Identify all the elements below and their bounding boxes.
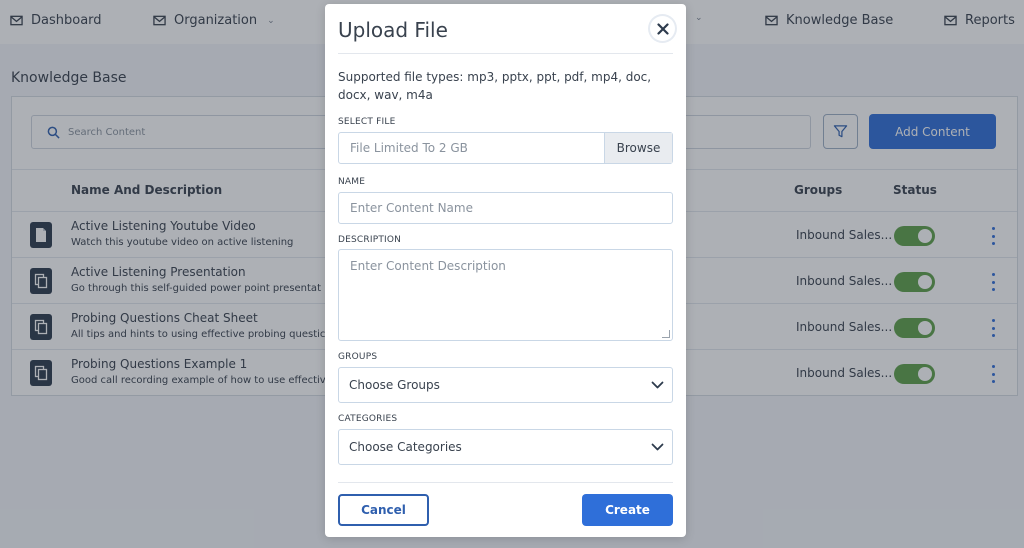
chevron-down-icon: [651, 443, 664, 451]
content-description-placeholder: Enter Content Description: [350, 259, 506, 273]
supported-file-types: Supported file types: mp3, pptx, ppt, pd…: [338, 70, 652, 102]
modal-title: Upload File: [338, 18, 448, 42]
description-label: DESCRIPTION: [338, 235, 402, 245]
select-file-field[interactable]: File Limited To 2 GB Browse: [338, 132, 673, 164]
content-name-placeholder: Enter Content Name: [350, 201, 473, 215]
browse-button[interactable]: Browse: [604, 133, 672, 163]
close-button[interactable]: [650, 16, 675, 41]
categories-select-value: Choose Categories: [349, 440, 462, 454]
content-name-input[interactable]: Enter Content Name: [338, 192, 673, 224]
name-label: NAME: [338, 177, 366, 187]
chevron-down-icon: [651, 381, 664, 389]
groups-select[interactable]: Choose Groups: [338, 367, 673, 403]
groups-select-value: Choose Groups: [349, 378, 440, 392]
categories-select[interactable]: Choose Categories: [338, 429, 673, 465]
divider: [338, 53, 673, 54]
create-button[interactable]: Create: [582, 494, 673, 526]
select-file-label: SELECT FILE: [338, 117, 396, 127]
categories-label: CATEGORIES: [338, 414, 398, 424]
divider: [338, 482, 673, 483]
cancel-button[interactable]: Cancel: [338, 494, 429, 526]
close-icon: [656, 22, 669, 35]
groups-label: GROUPS: [338, 352, 378, 362]
content-description-input[interactable]: Enter Content Description: [338, 249, 673, 341]
resize-handle-icon[interactable]: [662, 330, 670, 338]
select-file-placeholder: File Limited To 2 GB: [350, 141, 468, 155]
upload-file-modal: Upload File Supported file types: mp3, p…: [325, 4, 686, 537]
